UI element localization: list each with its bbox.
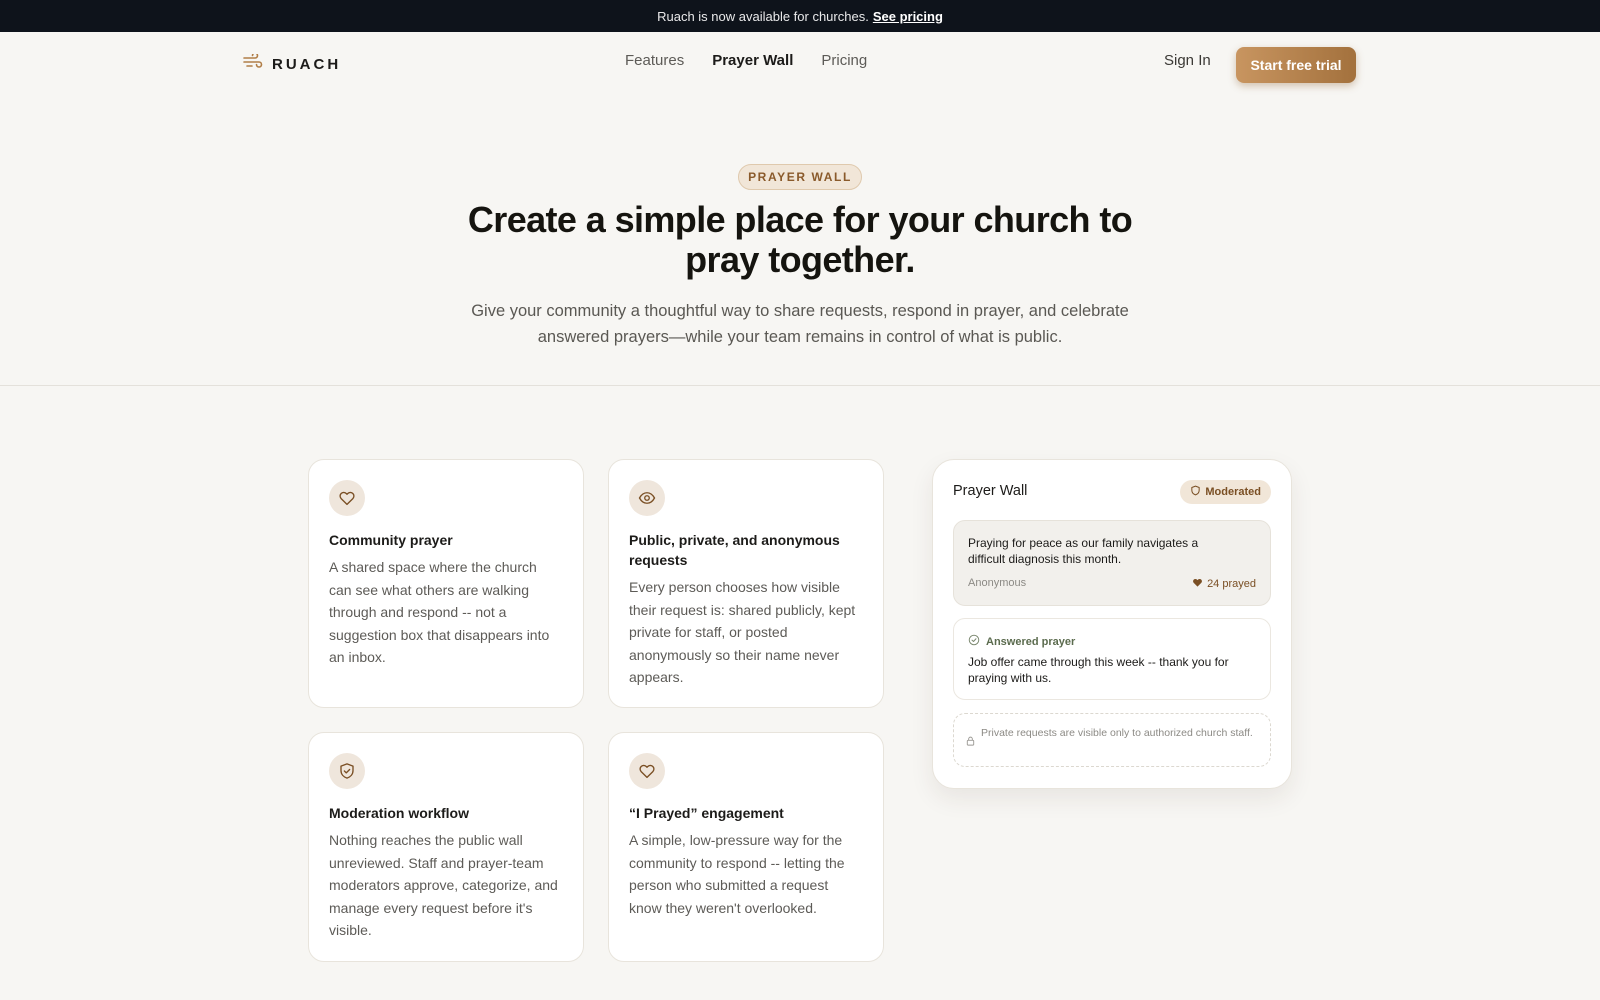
feature-body: Every person chooses how visible their r… [629,579,856,685]
announcement-bar: Ruach is now available for churches. See… [0,0,1600,32]
hero-section: PRAYER WALL Create a simple place for yo… [0,96,1600,386]
answered-prayer-text: Job offer came through this week -- than… [968,655,1229,685]
private-requests-note: Private requests are visible only to aut… [953,713,1271,767]
heart-filled-icon [1192,577,1203,591]
feature-title: “I Prayed” engagement [629,805,784,821]
brand-name: RUACH [272,56,342,73]
moderated-badge-label: Moderated [1205,486,1261,498]
start-free-trial-button[interactable]: Start free trial [1236,47,1356,83]
feature-body: A simple, low-pressure way for the commu… [629,832,845,916]
lock-icon [965,734,976,752]
hero-subtitle-line2: answered prayers—while your team remains… [537,328,1063,346]
hero-subtitle-line1: Give your community a thoughtful way to … [471,302,1129,320]
see-pricing-link[interactable]: See pricing [873,9,943,24]
feature-title: Moderation workflow [329,805,469,821]
eye-icon [629,480,665,516]
hero-title-line2: pray together. [685,239,915,280]
nav-links: Features Prayer Wall Pricing [625,52,867,69]
hero-title-line1: Create a simple place for your church to [467,199,1133,240]
heart-icon [329,480,365,516]
prayed-count-button[interactable]: 24 prayed [1192,577,1256,591]
answered-prayer-header: Answered prayer [968,634,1075,649]
nav-link-prayer-wall[interactable]: Prayer Wall [712,52,793,69]
moderated-badge: Moderated [1180,480,1271,504]
feature-card-moderation: Moderation workflow Nothing reaches the … [308,732,584,962]
answered-prayer-card: Answered prayer Job offer came through t… [953,618,1271,700]
wind-logo-icon [243,52,263,75]
shield-icon [1190,485,1201,499]
hero-subtitle: Give your community a thoughtful way to … [450,298,1150,350]
heart-icon [629,753,665,789]
feature-body: A shared space where the church can see … [329,559,550,665]
answered-prayer-label: Answered prayer [986,635,1076,648]
private-requests-text: Private requests are visible only to aut… [981,727,1253,739]
feature-body: Nothing reaches the public wall unreview… [329,832,558,938]
nav-link-features[interactable]: Features [625,52,684,69]
announcement-text: Ruach is now available for churches. [657,8,869,24]
prayer-wall-title: Prayer Wall [953,483,1028,499]
feature-title: Public, private, and anonymous requests [629,532,840,568]
prayer-wall-preview: Prayer Wall Moderated Praying for peace … [932,459,1292,789]
feature-card-community-prayer: Community prayer A shared space where th… [308,459,584,708]
nav-link-pricing[interactable]: Pricing [821,52,867,69]
eyebrow-badge: PRAYER WALL [738,164,862,190]
feature-title: Community prayer [329,532,453,548]
hero-title: Create a simple place for your church to… [0,200,1600,280]
brand-logo[interactable]: RUACH [243,52,342,75]
prayed-count: 24 prayed [1207,578,1256,590]
feature-card-visibility: Public, private, and anonymous requests … [608,459,884,708]
prayer-request-author: Anonymous [968,577,1027,589]
sign-in-link[interactable]: Sign In [1164,52,1211,69]
prayer-request-card: Praying for peace as our family navigate… [953,520,1271,606]
check-circle-icon [968,634,980,649]
top-nav: RUACH Features Prayer Wall Pricing Sign … [0,32,1600,96]
prayer-request-text: Praying for peace as our family navigate… [968,536,1199,566]
feature-card-i-prayed: “I Prayed” engagement A simple, low-pres… [608,732,884,962]
shield-check-icon [329,753,365,789]
